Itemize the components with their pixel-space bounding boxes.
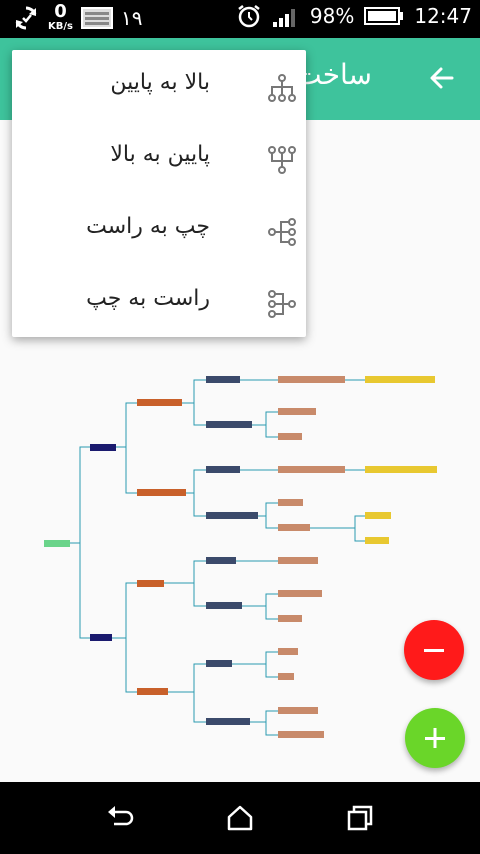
tree-node[interactable] bbox=[206, 512, 258, 519]
menu-item-right-left[interactable]: راست به چپ bbox=[12, 268, 306, 340]
page-title: ساخت bbox=[295, 58, 372, 91]
tree-nodes[interactable] bbox=[44, 376, 437, 738]
notification-count: ۱۹ bbox=[120, 6, 143, 30]
net-speed-value: 0 bbox=[54, 1, 67, 22]
tree-node[interactable] bbox=[278, 590, 322, 597]
menu-item-label: پایین به بالا bbox=[110, 142, 210, 167]
tree-node[interactable] bbox=[206, 718, 250, 725]
tree-node[interactable] bbox=[137, 688, 168, 695]
status-bar: 0 KB/s ۱۹ 98% 12:47 bbox=[0, 0, 480, 38]
zoom-in-button[interactable] bbox=[405, 708, 465, 768]
tree-node[interactable] bbox=[365, 512, 391, 519]
tree-node[interactable] bbox=[278, 557, 318, 564]
tree-node[interactable] bbox=[278, 648, 298, 655]
left-right-tree-icon bbox=[268, 218, 296, 246]
zoom-out-button[interactable] bbox=[404, 620, 464, 680]
tree-node[interactable] bbox=[90, 444, 116, 451]
alarm-icon bbox=[238, 5, 260, 28]
back-nav-icon[interactable] bbox=[104, 802, 136, 834]
net-speed-unit: KB/s bbox=[48, 21, 73, 32]
tree-node[interactable] bbox=[278, 433, 302, 440]
layout-direction-menu: بالا به پایین پایین به بالا چپ به راست ر… bbox=[12, 50, 306, 337]
tree-node[interactable] bbox=[278, 731, 324, 738]
tree-node[interactable] bbox=[206, 376, 240, 383]
home-nav-icon[interactable] bbox=[224, 802, 256, 834]
recents-nav-icon[interactable] bbox=[344, 802, 376, 834]
top-down-tree-icon bbox=[268, 74, 296, 102]
image-notification-icon bbox=[80, 7, 113, 29]
right-left-tree-icon bbox=[268, 290, 296, 318]
plus-icon bbox=[425, 728, 445, 748]
tree-node[interactable] bbox=[137, 489, 186, 496]
menu-item-label: چپ به راست bbox=[86, 214, 210, 239]
tree-node[interactable] bbox=[206, 602, 242, 609]
back-arrow-icon[interactable] bbox=[426, 62, 458, 94]
clock: 12:47 bbox=[414, 4, 472, 28]
tree-node[interactable] bbox=[278, 707, 318, 714]
sync-icon bbox=[15, 6, 37, 30]
tree-node[interactable] bbox=[278, 673, 294, 680]
menu-item-label: راست به چپ bbox=[86, 286, 210, 311]
system-nav-bar bbox=[0, 782, 480, 854]
tree-node[interactable] bbox=[278, 408, 316, 415]
tree-node[interactable] bbox=[90, 634, 112, 641]
tree-node[interactable] bbox=[365, 537, 389, 544]
tree-node[interactable] bbox=[206, 660, 232, 667]
battery-percent: 98% bbox=[309, 4, 355, 28]
signal-icon bbox=[272, 9, 295, 27]
tree-node[interactable] bbox=[278, 466, 345, 473]
tree-node[interactable] bbox=[278, 499, 303, 506]
menu-item-label: بالا به پایین bbox=[110, 70, 210, 95]
minus-icon bbox=[424, 649, 444, 652]
tree-node[interactable] bbox=[206, 557, 236, 564]
tree-node[interactable] bbox=[137, 580, 164, 587]
net-speed: 0 KB/s bbox=[48, 3, 73, 33]
tree-node[interactable] bbox=[278, 376, 345, 383]
bottom-up-tree-icon bbox=[268, 146, 296, 174]
menu-item-top-down[interactable]: بالا به پایین bbox=[12, 52, 306, 124]
menu-item-left-right[interactable]: چپ به راست bbox=[12, 196, 306, 268]
battery-icon bbox=[364, 7, 404, 25]
menu-item-bottom-up[interactable]: پایین به بالا bbox=[12, 124, 306, 196]
tree-node[interactable] bbox=[206, 466, 240, 473]
tree-node[interactable] bbox=[278, 615, 302, 622]
tree-node[interactable] bbox=[206, 421, 252, 428]
tree-node[interactable] bbox=[365, 376, 435, 383]
tree-node[interactable] bbox=[365, 466, 437, 473]
tree-node[interactable] bbox=[278, 524, 310, 531]
tree-node[interactable] bbox=[137, 399, 182, 406]
tree-node-root[interactable] bbox=[44, 540, 70, 547]
